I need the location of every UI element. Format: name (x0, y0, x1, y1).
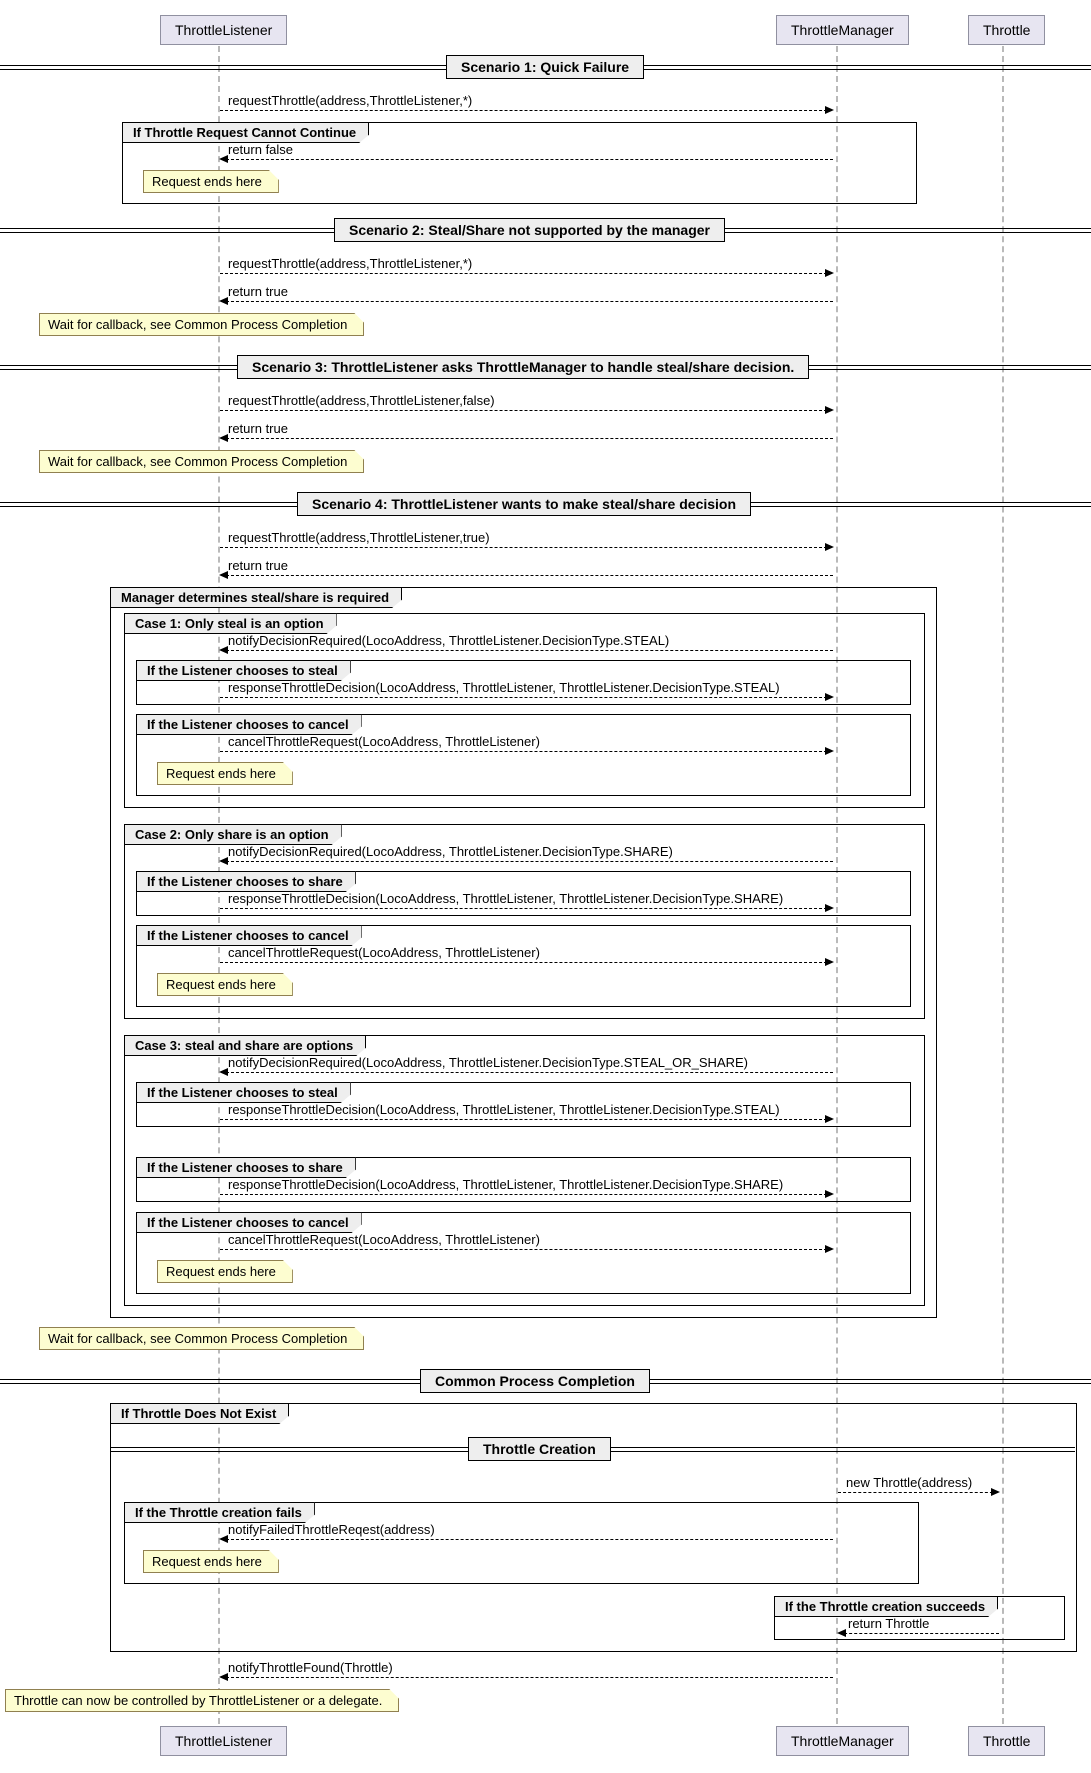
msg-response-share-c2: responseThrottleDecision(LocoAddress, Th… (228, 891, 783, 906)
group-label-throttle-cannot-continue: If Throttle Request Cannot Continue (122, 122, 369, 143)
msg-return-true-s3: return true (228, 421, 288, 436)
group-label-case-2: Case 2: Only share is an option (124, 824, 342, 845)
divider-scenario-4: Scenario 4: ThrottleListener wants to ma… (297, 492, 751, 516)
note-request-ends-fail: Request ends here (143, 1550, 279, 1573)
group-label-case-1: Case 1: Only steal is an option (124, 613, 337, 634)
group-label-case-3-share: If the Listener chooses to share (136, 1157, 356, 1178)
group-label-case-3-steal: If the Listener chooses to steal (136, 1082, 351, 1103)
note-request-ends-s1: Request ends here (143, 170, 279, 193)
msg-new-throttle: new Throttle(address) (846, 1475, 972, 1490)
msg-cancel-c2: cancelThrottleRequest(LocoAddress, Throt… (228, 945, 540, 960)
group-label-case-3: Case 3: steal and share are options (124, 1035, 366, 1056)
participant-throttle-manager-top: ThrottleManager (776, 15, 909, 45)
msg-notify-throttle-found: notifyThrottleFound(Throttle) (228, 1660, 393, 1675)
participant-throttle-top: Throttle (968, 15, 1045, 45)
msg-cancel-c1: cancelThrottleRequest(LocoAddress, Throt… (228, 734, 540, 749)
msg-return-throttle: return Throttle (848, 1616, 929, 1631)
divider-scenario-1: Scenario 1: Quick Failure (446, 55, 644, 79)
group-label-case-1-steal: If the Listener chooses to steal (136, 660, 351, 681)
group-label-case-2-share: If the Listener chooses to share (136, 871, 356, 892)
note-request-ends-c2: Request ends here (157, 973, 293, 996)
participant-throttle-listener-top: ThrottleListener (160, 15, 287, 45)
group-label-case-1-cancel: If the Listener chooses to cancel (136, 714, 362, 735)
participant-throttle-bottom: Throttle (968, 1726, 1045, 1756)
note-wait-callback-s2: Wait for callback, see Common Process Co… (39, 313, 364, 336)
msg-request-throttle-s3: requestThrottle(address,ThrottleListener… (228, 393, 495, 408)
participant-throttle-listener-bottom: ThrottleListener (160, 1726, 287, 1756)
msg-notify-decision-steal: notifyDecisionRequired(LocoAddress, Thro… (228, 633, 669, 648)
group-label-throttle-fails: If the Throttle creation fails (124, 1502, 315, 1523)
group-label-manager-determines: Manager determines steal/share is requir… (110, 587, 402, 608)
note-request-ends-c3: Request ends here (157, 1260, 293, 1283)
msg-request-throttle-s2: requestThrottle(address,ThrottleListener… (228, 256, 472, 271)
group-label-throttle-not-exist: If Throttle Does Not Exist (110, 1403, 289, 1424)
msg-notify-decision-share: notifyDecisionRequired(LocoAddress, Thro… (228, 844, 673, 859)
note-can-control: Throttle can now be controlled by Thrott… (5, 1689, 399, 1712)
note-wait-callback-s4: Wait for callback, see Common Process Co… (39, 1327, 364, 1350)
msg-response-share-c3: responseThrottleDecision(LocoAddress, Th… (228, 1177, 783, 1192)
group-label-case-2-cancel: If the Listener chooses to cancel (136, 925, 362, 946)
note-wait-callback-s3: Wait for callback, see Common Process Co… (39, 450, 364, 473)
msg-cancel-c3: cancelThrottleRequest(LocoAddress, Throt… (228, 1232, 540, 1247)
participant-throttle-manager-bottom: ThrottleManager (776, 1726, 909, 1756)
divider-scenario-3: Scenario 3: ThrottleListener asks Thrott… (237, 355, 809, 379)
msg-request-throttle-s4: requestThrottle(address,ThrottleListener… (228, 530, 490, 545)
msg-return-true-s4: return true (228, 558, 288, 573)
note-request-ends-c1: Request ends here (157, 762, 293, 785)
msg-request-throttle-s1: requestThrottle(address,ThrottleListener… (228, 93, 472, 108)
divider-scenario-2: Scenario 2: Steal/Share not supported by… (334, 218, 725, 242)
msg-response-steal-c1: responseThrottleDecision(LocoAddress, Th… (228, 680, 780, 695)
msg-return-true-s2: return true (228, 284, 288, 299)
msg-return-false: return false (228, 142, 293, 157)
msg-response-steal-c3: responseThrottleDecision(LocoAddress, Th… (228, 1102, 780, 1117)
divider-throttle-creation: Throttle Creation (468, 1437, 611, 1461)
msg-notify-failed: notifyFailedThrottleReqest(address) (228, 1522, 435, 1537)
divider-common-completion: Common Process Completion (420, 1369, 650, 1393)
group-label-throttle-succeeds: If the Throttle creation succeeds (774, 1596, 998, 1617)
msg-notify-decision-steal-or-share: notifyDecisionRequired(LocoAddress, Thro… (228, 1055, 748, 1070)
group-label-case-3-cancel: If the Listener chooses to cancel (136, 1212, 362, 1233)
